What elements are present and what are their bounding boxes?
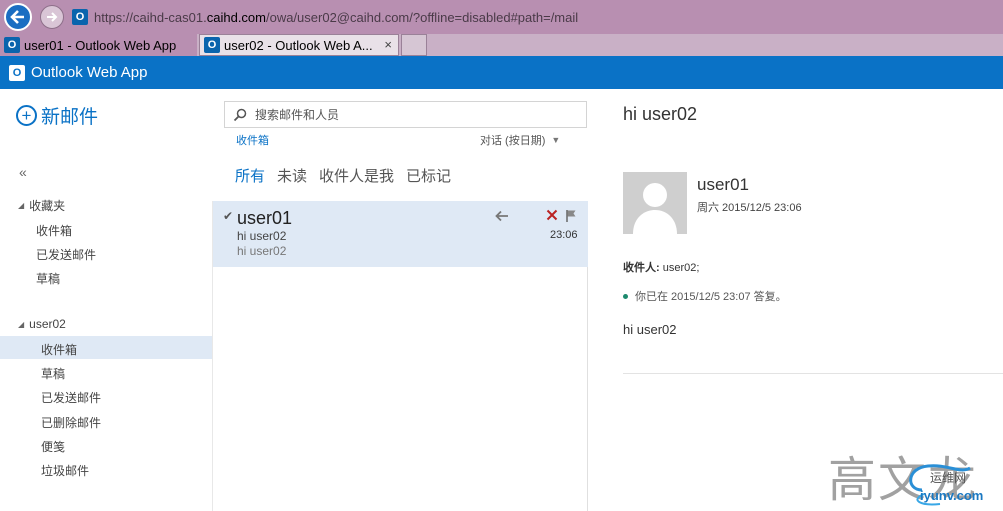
delete-icon[interactable] (546, 208, 558, 225)
app-title: Outlook Web App (31, 64, 148, 81)
collapse-nav-button[interactable]: « (19, 164, 27, 180)
forward-button[interactable] (40, 5, 64, 29)
filter-flagged[interactable]: 已标记 (406, 165, 451, 186)
outlook-logo-icon: O (9, 64, 25, 81)
filter-to-me[interactable]: 收件人是我 (319, 165, 394, 186)
status-dot-icon (623, 293, 628, 299)
avatar (623, 172, 687, 234)
favorites-header[interactable]: ◢ 收藏夹 (18, 197, 65, 214)
url-field[interactable]: O https://caihd-cas01.caihd.com/owa/user… (68, 6, 1003, 28)
filter-unread[interactable]: 未读 (277, 165, 307, 186)
chevron-down-icon: ▼ (551, 135, 561, 145)
sort-label: 对话 (按日期) (480, 135, 546, 147)
expand-triangle-icon: ◢ (18, 201, 25, 210)
mailbox-header[interactable]: ◢ user02 (18, 317, 66, 331)
current-folder-label: 收件箱 (236, 135, 269, 147)
expand-triangle-icon: ◢ (18, 319, 25, 329)
url-host: caihd.com (206, 9, 266, 25)
search-placeholder: 搜索邮件和人员 (255, 108, 340, 122)
browser-tabstrip: O user01 - Outlook Web App O user02 - Ou… (0, 34, 1003, 56)
sidebar-item-sent[interactable]: 已发送邮件 (41, 389, 101, 406)
message-list: ✔ user01 hi user02 hi user02 23:06 (212, 201, 588, 511)
plus-circle-icon: + (16, 105, 37, 126)
divider (623, 373, 1003, 374)
sender-name[interactable]: user01 (697, 175, 749, 195)
tab-user02[interactable]: O user02 - Outlook Web A... × (199, 34, 399, 56)
sidebar-item-deleted[interactable]: 已删除邮件 (41, 414, 101, 431)
owa-header: O Outlook Web App (0, 56, 1003, 89)
sent-time: 周六 2015/12/5 23:06 (697, 202, 802, 214)
message-body: hi user02 (623, 322, 677, 337)
tab-user01[interactable]: O user01 - Outlook Web App (0, 34, 197, 56)
sidebar-item-fav-sent[interactable]: 已发送邮件 (36, 246, 96, 263)
selected-folder-highlight (0, 336, 212, 359)
recipients-line: 收件人: user02; (623, 259, 699, 275)
tab-label: user01 - Outlook Web App (24, 37, 177, 53)
to-label: 收件人: (623, 262, 660, 274)
favorites-label: 收藏夹 (29, 199, 66, 213)
url-prefix: https://caihd-cas01. (94, 9, 207, 25)
person-placeholder-icon (633, 183, 677, 234)
mailbox-label: user02 (29, 317, 66, 331)
search-icon (233, 108, 247, 121)
back-button[interactable] (4, 3, 32, 31)
to-value[interactable]: user02; (663, 262, 700, 274)
sidebar-item-drafts[interactable]: 草稿 (41, 365, 65, 382)
message-time: 23:06 (550, 229, 578, 241)
message-title: hi user02 (623, 104, 698, 124)
checkmark-icon[interactable]: ✔ (223, 209, 233, 223)
new-tab-button[interactable] (401, 34, 427, 56)
new-mail-button[interactable]: + 新邮件 (16, 102, 98, 129)
filter-tabs: 所有 未读 收件人是我 已标记 (235, 165, 451, 186)
sidebar-item-inbox[interactable]: 收件箱 (41, 341, 77, 358)
back-arrow-icon (10, 10, 24, 24)
filter-all[interactable]: 所有 (235, 165, 265, 186)
sidebar-item-fav-inbox[interactable]: 收件箱 (36, 222, 72, 239)
reply-status: 你已在 2015/12/5 23:07 答复。 (623, 288, 787, 304)
message-preview: hi user02 (237, 244, 287, 258)
sidebar-item-junk[interactable]: 垃圾邮件 (41, 462, 89, 479)
sidebar-item-notes[interactable]: 便笺 (41, 438, 65, 455)
new-mail-label: 新邮件 (41, 107, 99, 128)
browser-address-bar: O https://caihd-cas01.caihd.com/owa/user… (0, 0, 1003, 34)
sidebar-item-fav-drafts[interactable]: 草稿 (36, 270, 60, 287)
outlook-tab-icon: O (204, 37, 220, 53)
watermark-site-cn: 运维网 (930, 471, 967, 485)
url-suffix: /owa/user02@caihd.com/?offline=disabled#… (265, 9, 579, 25)
flag-icon[interactable] (565, 209, 577, 226)
url-text: https://caihd-cas01.caihd.com/owa/user02… (94, 10, 578, 25)
replied-arrow-icon (495, 209, 509, 225)
message-subject: hi user02 (237, 229, 287, 243)
close-tab-icon[interactable]: × (384, 37, 392, 52)
forward-arrow-icon (47, 12, 58, 22)
outlook-tab-icon: O (4, 37, 20, 53)
message-sender: user01 (237, 208, 293, 228)
tab-label: user02 - Outlook Web A... (224, 37, 373, 53)
outlook-favicon-icon: O (72, 9, 88, 25)
list-item[interactable]: ✔ user01 hi user02 hi user02 23:06 (213, 201, 588, 267)
sort-dropdown[interactable]: 对话 (按日期) ▼ (480, 132, 560, 148)
reply-note-text: 你已在 2015/12/5 23:07 答复。 (635, 291, 787, 303)
watermark-site-url: iyunv.com (920, 488, 984, 503)
search-input[interactable]: 搜索邮件和人员 (224, 101, 587, 128)
